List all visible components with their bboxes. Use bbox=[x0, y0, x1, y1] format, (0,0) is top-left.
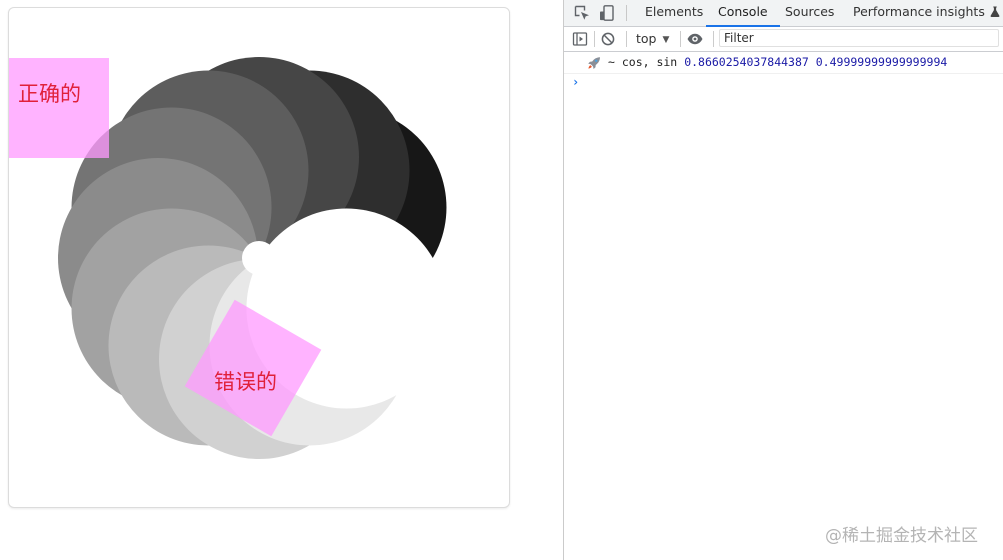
tab-sources[interactable]: Sources bbox=[785, 0, 834, 26]
inspect-element-icon[interactable] bbox=[573, 4, 591, 22]
chevron-down-icon: ▼ bbox=[662, 35, 670, 45]
live-expression-eye-icon[interactable] bbox=[686, 30, 704, 48]
log-sin-value: 0.49999999999999994 bbox=[815, 55, 948, 69]
tab-performance-insights[interactable]: Performance insights bbox=[853, 0, 1000, 26]
console-output: ~ cos, sin 0.8660254037844387 0.49999999… bbox=[564, 52, 1003, 560]
canvas-card: 正确的 错误的 bbox=[8, 7, 510, 508]
center-dot bbox=[242, 241, 276, 275]
correct-box-rect bbox=[9, 58, 109, 158]
demo-canvas: 正确的 错误的 bbox=[9, 57, 447, 459]
correct-box: 正确的 bbox=[9, 58, 109, 158]
context-selector-value: top bbox=[636, 31, 657, 46]
tab-elements[interactable]: Elements bbox=[645, 0, 703, 26]
device-toolbar-icon[interactable] bbox=[598, 4, 616, 22]
tab-performance-insights-label: Performance insights bbox=[853, 4, 985, 19]
screen: 正确的 错误的 Elements Console Sources Perform… bbox=[0, 0, 1003, 560]
correct-box-label: 正确的 bbox=[18, 82, 81, 106]
wrong-box-label: 错误的 bbox=[214, 370, 277, 394]
experiment-flask-icon bbox=[990, 1, 1000, 25]
show-sidebar-icon[interactable] bbox=[571, 30, 589, 48]
console-prompt[interactable]: › bbox=[572, 75, 579, 89]
console-filter-input[interactable] bbox=[719, 29, 999, 47]
tabbar-separator bbox=[626, 5, 627, 21]
console-log-message: ~ cos, sin 0.8660254037844387 0.49999999… bbox=[608, 52, 947, 73]
watermark: @稀土掘金技术社区 bbox=[825, 526, 978, 546]
toolbar-separator bbox=[626, 31, 627, 47]
devtools-tabbar: Elements Console Sources Performance ins… bbox=[564, 0, 1003, 27]
toolbar-separator bbox=[680, 31, 681, 47]
rocket-icon bbox=[587, 56, 601, 70]
devtools-panel: Elements Console Sources Performance ins… bbox=[564, 0, 1003, 560]
console-toolbar: top ▼ bbox=[564, 27, 1003, 52]
clear-console-icon[interactable] bbox=[599, 30, 617, 48]
log-prefix: ~ cos, sin bbox=[608, 55, 678, 69]
toolbar-separator bbox=[713, 31, 714, 47]
tab-console[interactable]: Console bbox=[706, 0, 780, 27]
toolbar-separator bbox=[594, 31, 595, 47]
console-log-entry[interactable]: ~ cos, sin 0.8660254037844387 0.49999999… bbox=[564, 52, 1003, 74]
context-selector[interactable]: top ▼ bbox=[636, 30, 669, 48]
log-cos-value: 0.8660254037844387 bbox=[684, 55, 809, 69]
